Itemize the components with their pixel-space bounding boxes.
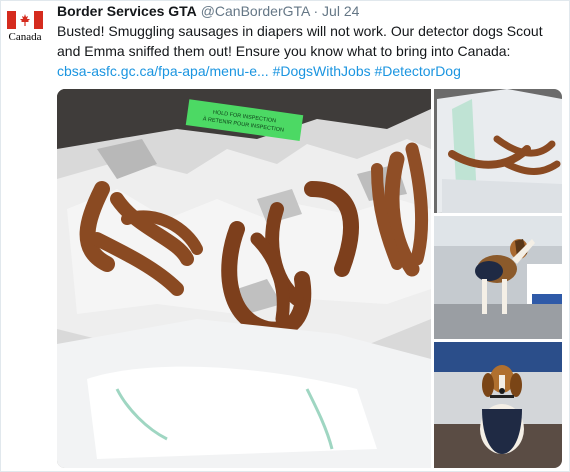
photo-sausages[interactable]: HOLD FOR INSPECTION À RETENIR POUR INSPE… [57,89,431,468]
tweet-media-grid[interactable]: HOLD FOR INSPECTION À RETENIR POUR INSPE… [57,89,562,468]
tweet-text-line-3: cbsa-asfc.gc.ca/fpa-apa/menu-e... #DogsW… [57,61,562,81]
separator-dot: · [313,3,319,19]
tweet-card[interactable]: Canada Border Services GTA @CanBorderGTA… [0,0,570,472]
hashtag-dogswithjobs[interactable]: #DogsWithJobs [273,63,371,79]
hashtag-detectordog[interactable]: #DetectorDog [375,63,461,79]
tweet-date[interactable]: Jul 24 [322,3,359,19]
tweet-text: Busted! Smuggling sausages in diapers wi… [57,21,562,81]
tweet-text-line-2: and Emma sniffed them out! Ensure you kn… [57,43,511,59]
tweet-header: Border Services GTA @CanBorderGTA · Jul … [57,2,359,20]
tweet-url-link[interactable]: cbsa-asfc.gc.ca/fpa-apa/menu-e... [57,63,269,79]
photo-diaper-sausages[interactable] [434,89,562,213]
avatar-wordmark: Canada [8,31,42,43]
media-svg: HOLD FOR INSPECTION À RETENIR POUR INSPE… [57,89,562,468]
photo-beagle-emma[interactable] [434,342,562,468]
canada-flag-icon [7,11,43,29]
photo-beagle-scout[interactable] [434,216,562,339]
account-name[interactable]: Border Services GTA [57,3,197,19]
avatar[interactable]: Canada [5,9,45,49]
account-handle[interactable]: @CanBorderGTA [201,3,310,19]
tweet-text-line-1: Busted! Smuggling sausages in diapers wi… [57,23,543,39]
